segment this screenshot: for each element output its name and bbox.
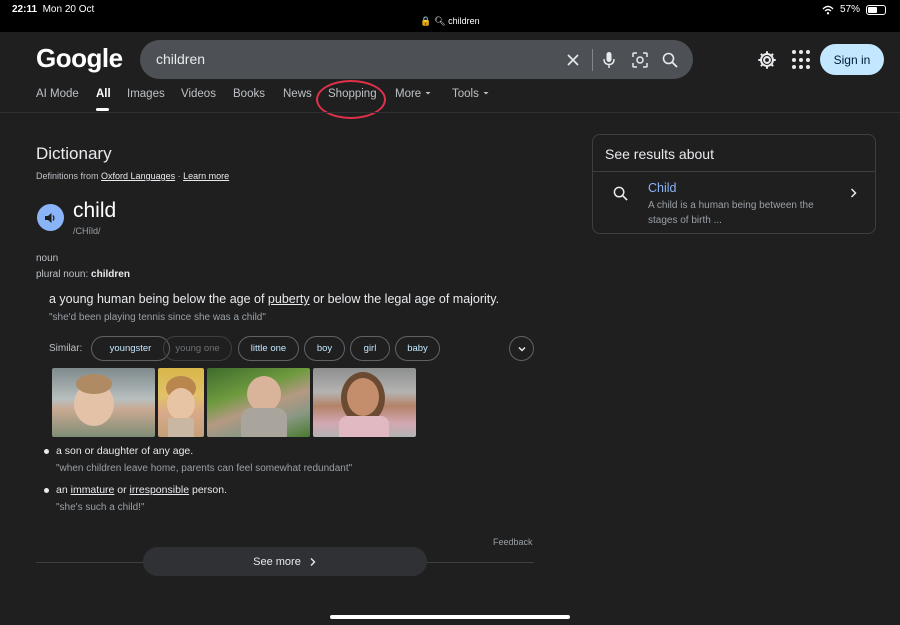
wifi-icon xyxy=(822,5,834,14)
similar-chip-youngster[interactable]: youngster xyxy=(91,336,170,361)
expand-similar-button[interactable] xyxy=(509,336,534,361)
address-bar[interactable]: 🔒 🔍︎ children xyxy=(0,16,900,27)
dictionary-source: Definitions from Oxford Languages · Lear… xyxy=(36,171,230,181)
feedback-link[interactable]: Feedback xyxy=(493,537,533,547)
part-of-speech: noun xyxy=(36,253,59,264)
tab-ai-mode[interactable]: AI Mode xyxy=(36,88,79,100)
child-image-3[interactable] xyxy=(207,368,310,437)
oxford-languages-link[interactable]: Oxford Languages xyxy=(101,171,175,181)
tab-news[interactable]: News xyxy=(283,88,312,100)
battery-icon xyxy=(866,4,886,15)
child-image-1[interactable] xyxy=(52,368,155,437)
dictionary-title: Dictionary xyxy=(36,144,112,163)
tab-tools[interactable]: Tools xyxy=(452,88,490,100)
card-title: See results about xyxy=(605,146,714,162)
search-icon[interactable] xyxy=(659,49,681,71)
search-input[interactable]: children xyxy=(156,51,205,67)
chevron-down-icon xyxy=(483,92,489,95)
see-more-button[interactable]: See more xyxy=(143,547,427,576)
search-icon: 🔍︎ xyxy=(434,16,446,26)
chevron-right-icon[interactable] xyxy=(849,187,858,199)
child-image-4[interactable] xyxy=(313,368,416,437)
tab-books[interactable]: Books xyxy=(233,88,265,100)
lock-icon: 🔒 xyxy=(420,16,432,26)
child-result-link[interactable]: Child xyxy=(648,181,677,195)
tab-images[interactable]: Images xyxy=(127,88,165,100)
similar-chip-young-one[interactable]: young one xyxy=(163,336,232,361)
bullet-3 xyxy=(44,488,49,493)
immature-link[interactable]: immature xyxy=(71,484,115,496)
home-indicator[interactable] xyxy=(330,615,570,619)
bullet-2 xyxy=(44,449,49,454)
definition-2: a son or daughter of any age. xyxy=(56,445,194,457)
card-divider xyxy=(593,171,875,172)
clear-icon[interactable] xyxy=(562,49,584,71)
example-1: "she'd been playing tennis since she was… xyxy=(49,312,266,323)
search-icon xyxy=(613,186,628,201)
similar-label: Similar: xyxy=(49,343,83,354)
tab-more[interactable]: More xyxy=(395,88,432,100)
battery-percent: 57% xyxy=(839,4,860,15)
chevron-down-icon xyxy=(425,92,431,95)
puberty-link[interactable]: puberty xyxy=(268,292,310,306)
address-text: children xyxy=(448,16,480,26)
sign-in-button[interactable]: Sign in xyxy=(820,44,884,75)
headword: child xyxy=(73,199,117,222)
tab-videos[interactable]: Videos xyxy=(181,88,216,100)
similar-chip-little-one[interactable]: little one xyxy=(238,336,299,361)
highlight-circle xyxy=(316,80,386,119)
search-box[interactable]: children xyxy=(140,40,693,79)
child-result-description: A child is a human being between the sta… xyxy=(648,200,814,226)
definition-1: a young human being below the age of pub… xyxy=(49,292,500,306)
child-image-2[interactable] xyxy=(158,368,204,437)
chevron-right-icon xyxy=(310,557,316,566)
header-divider xyxy=(0,112,900,113)
mic-icon[interactable] xyxy=(598,49,620,71)
similar-chip-boy[interactable]: boy xyxy=(304,336,345,361)
similar-chip-girl[interactable]: girl xyxy=(350,336,390,361)
status-time: 22:11 Mon 20 Oct xyxy=(12,4,95,15)
definition-3: an immature or irresponsible person. xyxy=(56,484,228,496)
search-divider xyxy=(592,49,593,71)
example-3: "she's such a child!" xyxy=(56,502,145,513)
chevron-down-icon xyxy=(517,346,526,352)
apps-icon[interactable] xyxy=(792,50,812,70)
see-results-about-card: See results about Child A child is a hum… xyxy=(592,134,876,234)
status-bar: 22:11 Mon 20 Oct 🔒 🔍︎ children 57% xyxy=(0,0,900,32)
active-tab-indicator xyxy=(96,108,109,111)
phonetic: /CHīld/ xyxy=(73,226,101,236)
similar-chip-baby[interactable]: baby xyxy=(395,336,440,361)
learn-more-link[interactable]: Learn more xyxy=(183,171,229,181)
speaker-icon[interactable] xyxy=(37,204,64,231)
tab-all[interactable]: All xyxy=(96,88,111,100)
gear-icon[interactable] xyxy=(756,49,778,71)
example-2: "when children leave home, parents can f… xyxy=(56,463,353,474)
lens-icon[interactable] xyxy=(629,49,651,71)
plural-noun: plural noun: children xyxy=(36,269,130,280)
irresponsible-link[interactable]: irresponsible xyxy=(130,484,190,496)
google-logo[interactable]: Google xyxy=(36,43,123,74)
